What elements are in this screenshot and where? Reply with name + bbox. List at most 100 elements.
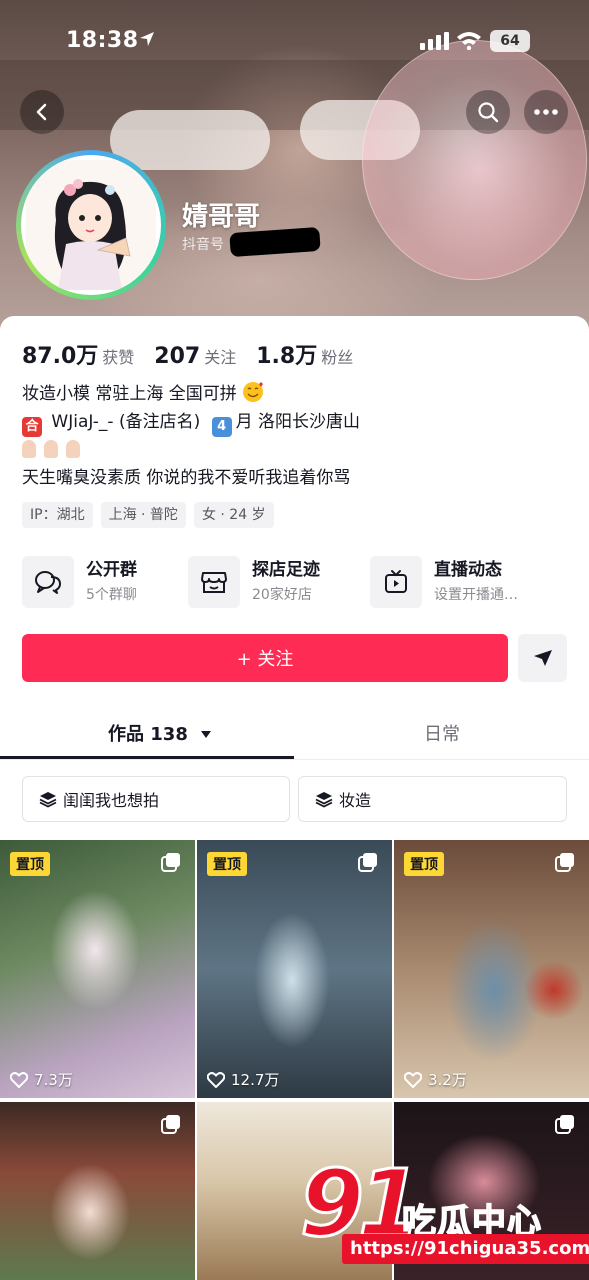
redacted-id-mark [229,226,321,258]
bio-line-4: 天生嘴臭没素质 你说的我不爱听我追着你骂 [22,468,351,488]
tag-gender-age: 女 · 24 岁 [193,502,274,528]
collection-chip-2-label: 妆造 [339,791,372,810]
profile-card: 87.0万 获赞 207 关注 1.8万 粉丝 妆造小模 常驻上海 全国可拼 合… [0,316,589,1280]
feature-live-updates-title: 直播动态 [434,560,502,580]
heart-icon [404,1071,422,1088]
bio-line-2-month: 月 洛阳长沙唐山 [235,412,361,432]
location-arrow-icon [140,32,154,46]
video-likes-count: 12.7万 [231,1071,280,1089]
shop-icon [188,556,240,608]
tab-active-indicator [0,756,294,759]
feature-shop-visits[interactable]: 探店足迹 20家好店 [188,554,320,610]
live-tv-icon [370,556,422,608]
profile-stats: 87.0万 获赞 207 关注 1.8万 粉丝 [22,338,373,370]
collection-chip-1[interactable]: 闺闺我也想拍 [22,776,290,822]
stat-following[interactable]: 207 关注 [154,344,236,369]
caret-down-icon [201,731,212,738]
cellular-signal-icon [420,32,449,50]
bio-keycap-emoji: 4 [211,417,232,437]
feature-live-updates[interactable]: 直播动态 设置开播通… [370,554,518,610]
stat-followers[interactable]: 1.8万 粉丝 [256,338,353,370]
avatar-illustration [26,160,156,290]
chevron-left-icon [36,103,47,121]
layers-icon [315,792,333,808]
more-button[interactable] [524,90,568,134]
avatar[interactable] [16,150,166,300]
site-watermark: 91 吃瓜中心 https://91chigua35.com [290,1149,589,1280]
tag-location: 上海 · 普陀 [100,502,186,528]
search-button[interactable] [466,90,510,134]
collection-chip-2[interactable]: 妆造 [298,776,567,822]
pinned-badge: 置顶 [404,852,444,876]
video-thumbnail[interactable]: 置顶 3.2万 [394,840,589,1098]
avatar-image [21,155,161,295]
tab-works-label: 作品 138 [108,724,188,745]
multi-image-icon [358,853,377,872]
heart-icon [207,1071,225,1088]
stat-followers-label: 粉丝 [321,348,354,367]
back-button[interactable] [20,90,64,134]
stat-likes-value: 87.0万 [22,344,99,369]
pointing-finger-icon [66,440,80,458]
feature-row: 公开群 5个群聊 探店足迹 20家好店 直播动态 设置开播通… [22,554,567,610]
bio-line-1-text: 妆造小模 常驻上海 全国可拼 [22,384,237,404]
multi-image-icon [555,853,574,872]
stat-following-label: 关注 [204,348,237,367]
status-time: 18:38 [66,28,139,53]
video-likes: 12.7万 [207,1069,279,1090]
video-thumbnail[interactable] [0,1102,195,1280]
video-thumbnail[interactable]: 置顶 12.7万 [197,840,392,1098]
layers-icon [39,792,57,808]
pinned-badge: 置顶 [10,852,50,876]
bio-line-2-text: WJiaJ-_- (备注店名) [51,412,201,432]
douyin-id-label[interactable]: 抖音号 [182,234,224,254]
watermark-url: https://91chigua35.com [342,1234,589,1264]
bio-line-2: 合 WJiaJ-_- (备注店名) 4月 洛阳长沙唐山 [22,408,361,437]
collection-chip-1-label: 闺闺我也想拍 [63,791,160,810]
video-cover-image [0,840,195,1098]
feature-public-group-title: 公开群 [86,560,137,580]
feature-shop-visits-title: 探店足迹 [252,560,320,580]
multi-image-icon [555,1115,574,1134]
feature-public-group-sub: 5个群聊 [86,587,137,603]
smiling-face-hearts-icon [243,382,264,402]
share-button[interactable] [518,634,567,682]
battery-indicator: 64 [490,30,530,52]
status-bar: 18:38 64 [0,0,589,80]
stat-followers-value: 1.8万 [256,344,318,369]
pointing-finger-icon [44,440,58,458]
stat-likes: 87.0万 获赞 [22,338,134,370]
tag-ip: IP：湖北 [22,502,93,528]
group-chat-icon [22,556,74,608]
video-likes: 3.2万 [404,1069,467,1090]
send-arrow-icon [533,650,552,666]
feature-public-group[interactable]: 公开群 5个群聊 [22,554,137,610]
cover-pillow-left [110,110,270,170]
bio-line-1: 妆造小模 常驻上海 全国可拼 [22,380,360,408]
wifi-icon [457,32,481,50]
video-likes-count: 7.3万 [34,1071,73,1089]
search-icon [478,102,499,123]
pointing-finger-icon [22,440,36,458]
profile-tabs: 作品 138 日常 [0,710,589,760]
video-thumbnail[interactable]: 置顶 7.3万 [0,840,195,1098]
pinned-badge: 置顶 [207,852,247,876]
follow-button[interactable]: + 关注 [22,634,508,682]
multi-image-icon [161,853,180,872]
profile-bio: 妆造小模 常驻上海 全国可拼 合 WJiaJ-_- (备注店名) 4月 洛阳长沙… [22,380,360,492]
profile-tags: IP：湖北 上海 · 普陀 女 · 24 岁 [22,502,282,528]
bio-join-emoji: 合 [22,417,42,437]
more-dots-icon [534,109,558,115]
video-cover-image [394,840,589,1098]
video-likes: 7.3万 [10,1069,73,1090]
video-cover-image [197,840,392,1098]
profile-nickname: 婧哥哥 [182,202,261,232]
tab-works[interactable]: 作品 138 [108,720,212,746]
tab-daily[interactable]: 日常 [424,720,460,746]
video-likes-count: 3.2万 [428,1071,467,1089]
profile-cover-image: 18:38 64 婧哥哥 抖音号 [0,0,589,340]
collection-chips: 闺闺我也想拍 妆造 [22,776,567,822]
bio-line-3 [22,436,360,464]
stat-following-value: 207 [154,344,201,369]
feature-live-updates-sub: 设置开播通… [434,587,518,603]
